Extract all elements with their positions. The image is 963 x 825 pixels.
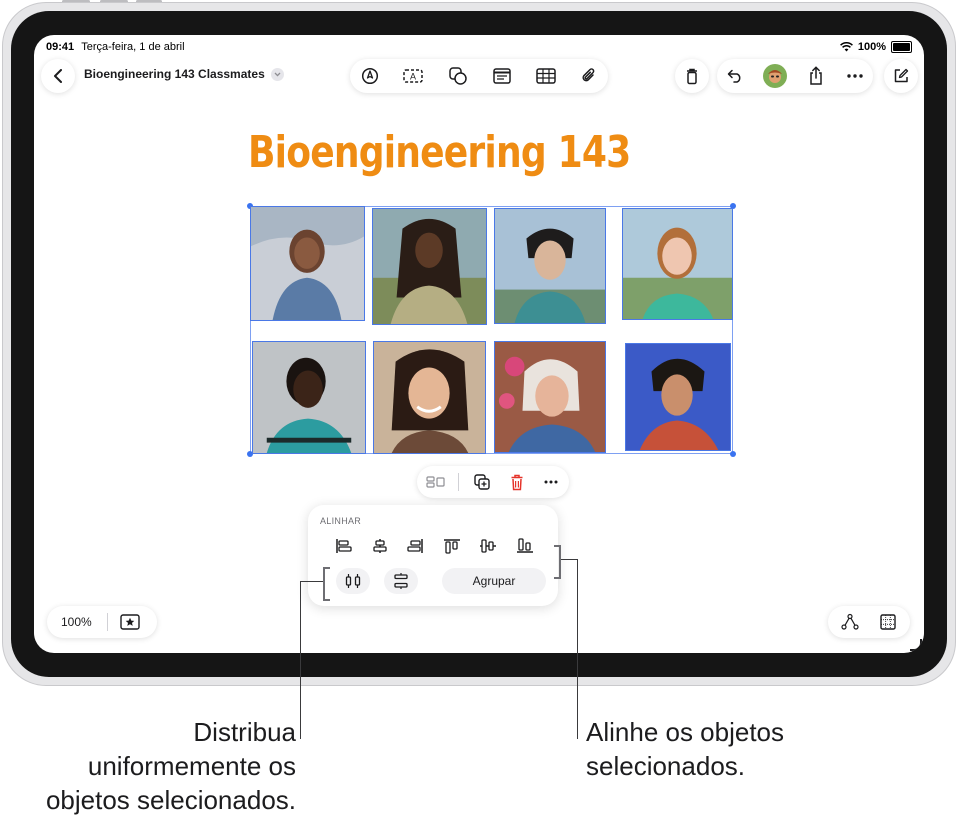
canvas-title[interactable]: Bioengineering 143 [248, 127, 631, 178]
status-bar: 09:41 Terça-feira, 1 de abril 100% [46, 41, 912, 55]
align-center-horizontal-icon[interactable] [365, 534, 395, 558]
attachment-icon[interactable] [579, 66, 599, 86]
callout-leader [577, 559, 578, 739]
battery-percent: 100% [857, 41, 886, 53]
distribute-mode-icon[interactable] [425, 472, 447, 492]
menu-divider [458, 473, 459, 491]
callout-line: uniformemente os [87, 751, 296, 781]
pen-icon[interactable] [360, 66, 380, 86]
align-section-label: ALINHAR [320, 516, 362, 526]
delete-icon[interactable] [507, 472, 527, 492]
align-middle-vertical-icon[interactable] [473, 534, 503, 558]
svg-text:A: A [410, 72, 416, 82]
wifi-icon [839, 42, 853, 52]
more-icon[interactable] [845, 66, 865, 86]
trash-icon [687, 68, 697, 85]
callout-line: Alinhe os objetos [586, 717, 785, 747]
classmate-photo[interactable] [250, 206, 365, 321]
callout-leader [300, 581, 301, 739]
status-time: 09:41 [46, 41, 75, 53]
align-callout: Alinhe os objetos selecionados. [586, 715, 784, 783]
status-left: 09:41 Terça-feira, 1 de abril [46, 41, 189, 53]
compose-button[interactable] [884, 59, 918, 93]
compose-icon [894, 68, 909, 83]
zoom-divider [107, 613, 108, 631]
distribute-bracket [323, 567, 330, 601]
chevron-down-icon [270, 67, 284, 81]
align-bracket [554, 545, 561, 579]
undo-icon[interactable] [725, 66, 745, 86]
group-button[interactable]: Agrupar [442, 568, 546, 594]
callout-leader [300, 581, 323, 582]
duplicate-icon[interactable] [472, 472, 492, 492]
distribute-horizontal-icon[interactable] [336, 568, 370, 594]
share-icon[interactable] [806, 65, 826, 87]
align-top-icon[interactable] [437, 534, 467, 558]
screen: 09:41 Terça-feira, 1 de abril 100% Bioen… [34, 35, 924, 653]
shapes-icon[interactable] [447, 66, 469, 86]
callout-line: Distribua [193, 717, 296, 747]
avatar[interactable] [763, 64, 787, 88]
classmate-photo[interactable] [372, 208, 487, 325]
collab-toolbar [717, 59, 873, 93]
classmate-photo[interactable] [252, 341, 366, 454]
trash-button[interactable] [675, 59, 709, 93]
text-box-icon[interactable]: A [402, 66, 424, 86]
align-right-icon[interactable] [400, 534, 430, 558]
grid-icon[interactable] [878, 612, 898, 632]
distribute-callout: Distribua uniformemente os objetos selec… [46, 715, 296, 817]
more-icon[interactable] [541, 472, 561, 492]
connector-icon[interactable] [840, 612, 860, 632]
callout-leader [561, 559, 577, 560]
zoom-level[interactable]: 100% [61, 615, 92, 629]
align-left-icon[interactable] [329, 534, 359, 558]
resize-handle[interactable] [730, 451, 736, 457]
classmate-photo[interactable] [622, 208, 733, 320]
callout-line: objetos selecionados. [45, 785, 296, 815]
view-controls [828, 606, 910, 638]
back-button[interactable] [41, 59, 75, 93]
insert-toolbar: A [350, 59, 608, 93]
board-title-menu[interactable]: Bioengineering 143 Classmates [84, 67, 284, 81]
align-bottom-icon[interactable] [510, 534, 540, 558]
status-right: 100% [839, 41, 912, 53]
note-icon[interactable] [491, 66, 513, 86]
distribute-vertical-icon[interactable] [384, 568, 418, 594]
classmate-photo[interactable] [494, 341, 606, 453]
callout-line: selecionados. [586, 751, 745, 781]
favorites-icon[interactable] [118, 612, 142, 632]
chevron-left-icon [54, 69, 62, 83]
classmate-photo[interactable] [494, 208, 606, 324]
classmate-photo[interactable] [373, 341, 486, 454]
board-title: Bioengineering 143 Classmates [84, 67, 265, 81]
selection-context-menu [417, 466, 569, 498]
battery-icon [891, 41, 912, 53]
status-date: Terça-feira, 1 de abril [81, 41, 185, 53]
classmate-photo[interactable] [625, 343, 731, 451]
zoom-control: 100% [47, 606, 157, 638]
table-icon[interactable] [535, 66, 557, 86]
align-panel: ALINHAR Agrupar [308, 505, 558, 606]
